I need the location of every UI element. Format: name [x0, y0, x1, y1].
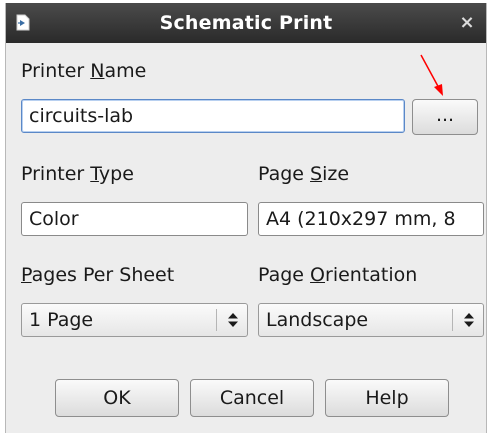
printer-name-input[interactable]: circuits-lab — [21, 99, 405, 133]
page-orientation-select[interactable]: Landscape — [258, 303, 484, 337]
cancel-button[interactable]: Cancel — [190, 379, 314, 417]
printer-type-field[interactable]: Color — [21, 202, 248, 236]
printer-name-label: Printer Name — [21, 60, 147, 82]
close-icon[interactable]: × — [458, 13, 476, 33]
dialog-title: Schematic Print — [159, 12, 333, 34]
pages-per-sheet-value: 1 Page — [29, 309, 94, 331]
pages-per-sheet-label: Pages Per Sheet — [21, 264, 175, 286]
page-size-label: Page Size — [258, 163, 350, 185]
printer-type-label: Printer Type — [21, 163, 134, 185]
up-down-arrows-icon — [228, 313, 238, 327]
page-orientation-label: Page Orientation — [258, 264, 418, 286]
combo-separator — [216, 309, 217, 331]
help-button[interactable]: Help — [325, 379, 449, 417]
pages-per-sheet-select[interactable]: 1 Page — [21, 303, 248, 337]
schematic-print-dialog: Schematic Print × Printer Name circuits-… — [5, 3, 487, 433]
page-orientation-value: Landscape — [266, 309, 369, 331]
up-down-arrows-icon — [464, 313, 474, 327]
ok-button[interactable]: OK — [55, 379, 179, 417]
title-bar[interactable]: Schematic Print × — [6, 3, 486, 43]
combo-separator — [452, 309, 453, 331]
browse-printer-button[interactable]: ... — [412, 99, 478, 135]
page-size-field[interactable]: A4 (210x297 mm, 8 — [258, 202, 484, 236]
